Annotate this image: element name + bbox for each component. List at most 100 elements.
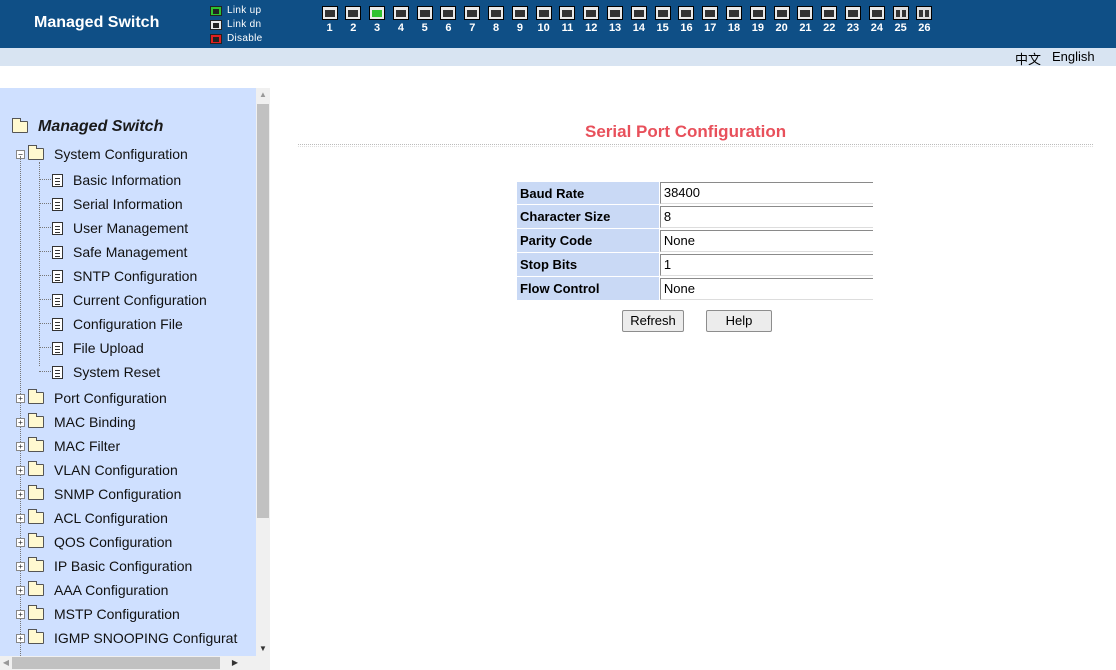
port-23[interactable]: 23	[842, 6, 865, 42]
scroll-thumb[interactable]	[257, 104, 269, 518]
title-divider	[298, 144, 1093, 147]
port-8[interactable]: 8	[485, 6, 508, 42]
sidebar-group-mac-filter[interactable]: + MAC Filter	[16, 437, 120, 454]
baud-rate-field[interactable]: 38400	[659, 181, 873, 204]
scroll-thumb-horizontal[interactable]	[12, 657, 220, 669]
port-20[interactable]: 20	[770, 6, 793, 42]
scroll-up-icon[interactable]: ▲	[256, 88, 270, 102]
sidebar-horizontal-scrollbar[interactable]: ◀ ▶	[0, 656, 270, 670]
port-17[interactable]: 17	[699, 6, 722, 42]
sidebar-item-system-reset[interactable]: System Reset	[52, 364, 160, 380]
serial-config-table: Baud Rate 38400 Character Size 8 Parity Code…	[516, 181, 873, 302]
port-19[interactable]: 19	[746, 6, 769, 42]
port-6[interactable]: 6	[437, 6, 460, 42]
port-13[interactable]: 13	[604, 6, 627, 42]
folder-icon	[28, 533, 44, 548]
port-4[interactable]: 4	[389, 6, 412, 42]
folder-icon	[28, 437, 44, 452]
folder-icon	[28, 605, 44, 620]
port-5[interactable]: 5	[413, 6, 436, 42]
expand-icon[interactable]: +	[16, 561, 25, 571]
sidebar-group-mac-binding[interactable]: + MAC Binding	[16, 413, 136, 430]
sidebar-group-ip-basic-configuration[interactable]: + IP Basic Configuration	[16, 557, 192, 574]
document-icon	[52, 365, 63, 379]
port-10[interactable]: 10	[532, 6, 555, 42]
lang-english-link[interactable]: English	[1052, 49, 1095, 64]
flow-control-field[interactable]: None	[659, 277, 873, 300]
port-15[interactable]: 15	[651, 6, 674, 42]
port-number: 7	[469, 22, 476, 34]
sidebar-group-aaa-configuration[interactable]: + AAA Configuration	[16, 581, 168, 598]
field-label: Flow Control	[516, 276, 660, 301]
sidebar-item-current-configuration[interactable]: Current Configuration	[52, 292, 207, 308]
expand-icon[interactable]: +	[16, 585, 25, 595]
expand-icon[interactable]: +	[16, 441, 25, 451]
port-26[interactable]: 26	[913, 6, 936, 42]
table-row: Stop Bits 1	[516, 252, 873, 278]
lang-chinese-link[interactable]: 中文	[1015, 49, 1041, 68]
sidebar-group-qos-configuration[interactable]: + QOS Configuration	[16, 533, 172, 550]
sidebar-group-mstp-configuration[interactable]: + MSTP Configuration	[16, 605, 180, 622]
port-number: 18	[727, 22, 741, 34]
sidebar-item-safe-management[interactable]: Safe Management	[52, 244, 187, 260]
ethernet-port-icon	[559, 6, 576, 20]
header-bar: Managed Switch Link up Link dn Disable 1…	[0, 0, 1116, 48]
sidebar-group-system-configuration[interactable]: − System Configuration	[16, 145, 188, 162]
port-18[interactable]: 18	[723, 6, 746, 42]
legend-link-dn: Link dn	[210, 18, 262, 31]
port-21[interactable]: 21	[794, 6, 817, 42]
tree-root[interactable]: Managed Switch	[12, 118, 163, 136]
ethernet-port-icon	[488, 6, 505, 20]
sidebar-item-user-management[interactable]: User Management	[52, 220, 188, 236]
port-22[interactable]: 22	[818, 6, 841, 42]
sidebar-item-file-upload[interactable]: File Upload	[52, 340, 144, 356]
scroll-right-icon[interactable]: ▶	[229, 656, 241, 670]
ethernet-port-icon	[369, 6, 386, 20]
scroll-down-icon[interactable]: ▼	[256, 642, 270, 656]
document-icon	[52, 269, 63, 283]
folder-icon	[28, 557, 44, 572]
table-row: Flow Control None	[516, 276, 873, 302]
port-number: 14	[632, 22, 645, 34]
port-number: 19	[751, 22, 764, 34]
port-9[interactable]: 9	[508, 6, 531, 42]
port-16[interactable]: 16	[675, 6, 698, 42]
port-number: 26	[918, 22, 931, 34]
sidebar-group-igmp-snooping-configurat[interactable]: + IGMP SNOOPING Configurat	[16, 629, 237, 646]
expand-icon[interactable]: +	[16, 417, 25, 427]
port-14[interactable]: 14	[627, 6, 650, 42]
sidebar-group-port-configuration[interactable]: + Port Configuration	[16, 389, 167, 406]
port-number: 5	[421, 22, 428, 34]
expand-icon[interactable]: +	[16, 465, 25, 475]
port-3[interactable]: 3	[366, 6, 389, 42]
character-size-field[interactable]: 8	[659, 205, 873, 228]
port-2[interactable]: 2	[342, 6, 365, 42]
port-25[interactable]: 25	[889, 6, 912, 42]
sidebar-group-acl-configuration[interactable]: + ACL Configuration	[16, 509, 168, 526]
sidebar-item-configuration-file[interactable]: Configuration File	[52, 316, 183, 332]
expand-icon[interactable]: +	[16, 609, 25, 619]
expand-icon[interactable]: +	[16, 393, 25, 403]
expand-icon[interactable]: +	[16, 633, 25, 643]
refresh-button[interactable]: Refresh	[622, 310, 684, 332]
scroll-left-icon[interactable]: ◀	[0, 656, 12, 670]
sidebar-item-serial-information[interactable]: Serial Information	[52, 196, 183, 212]
parity-code-field[interactable]: None	[659, 229, 873, 252]
sidebar-group-vlan-configuration[interactable]: + VLAN Configuration	[16, 461, 178, 478]
expand-icon[interactable]: +	[16, 537, 25, 547]
port-24[interactable]: 24	[865, 6, 888, 42]
sidebar-item-sntp-configuration[interactable]: SNTP Configuration	[52, 268, 197, 284]
port-7[interactable]: 7	[461, 6, 484, 42]
expand-icon[interactable]: +	[16, 489, 25, 499]
expand-icon[interactable]: +	[16, 513, 25, 523]
port-11[interactable]: 11	[556, 6, 579, 42]
sidebar-item-basic-information[interactable]: Basic Information	[52, 172, 181, 188]
stop-bits-field[interactable]: 1	[659, 253, 873, 276]
port-12[interactable]: 12	[580, 6, 603, 42]
ethernet-port-icon	[511, 6, 528, 20]
port-1[interactable]: 1	[318, 6, 341, 42]
port-number: 3	[374, 22, 381, 34]
sidebar-vertical-scrollbar[interactable]: ▲ ▼	[256, 88, 270, 656]
sidebar-group-snmp-configuration[interactable]: + SNMP Configuration	[16, 485, 181, 502]
help-button[interactable]: Help	[706, 310, 772, 332]
